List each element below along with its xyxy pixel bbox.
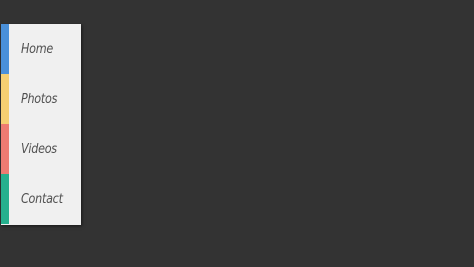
menu-item-contact[interactable]: Contact [1, 174, 81, 224]
menu-item-label: Home [21, 41, 53, 57]
menu-item-label: Photos [21, 91, 58, 107]
menu-item-accent [1, 74, 9, 124]
menu-item-photos[interactable]: Photos [1, 74, 81, 124]
side-menu: Home Photos Videos Contact [1, 24, 81, 225]
menu-item-accent [1, 24, 9, 74]
menu-item-home[interactable]: Home [1, 24, 81, 74]
menu-item-accent [1, 174, 9, 224]
menu-item-videos[interactable]: Videos [1, 124, 81, 174]
menu-item-accent [1, 124, 9, 174]
menu-item-label: Contact [21, 191, 63, 207]
menu-item-label: Videos [21, 141, 57, 157]
